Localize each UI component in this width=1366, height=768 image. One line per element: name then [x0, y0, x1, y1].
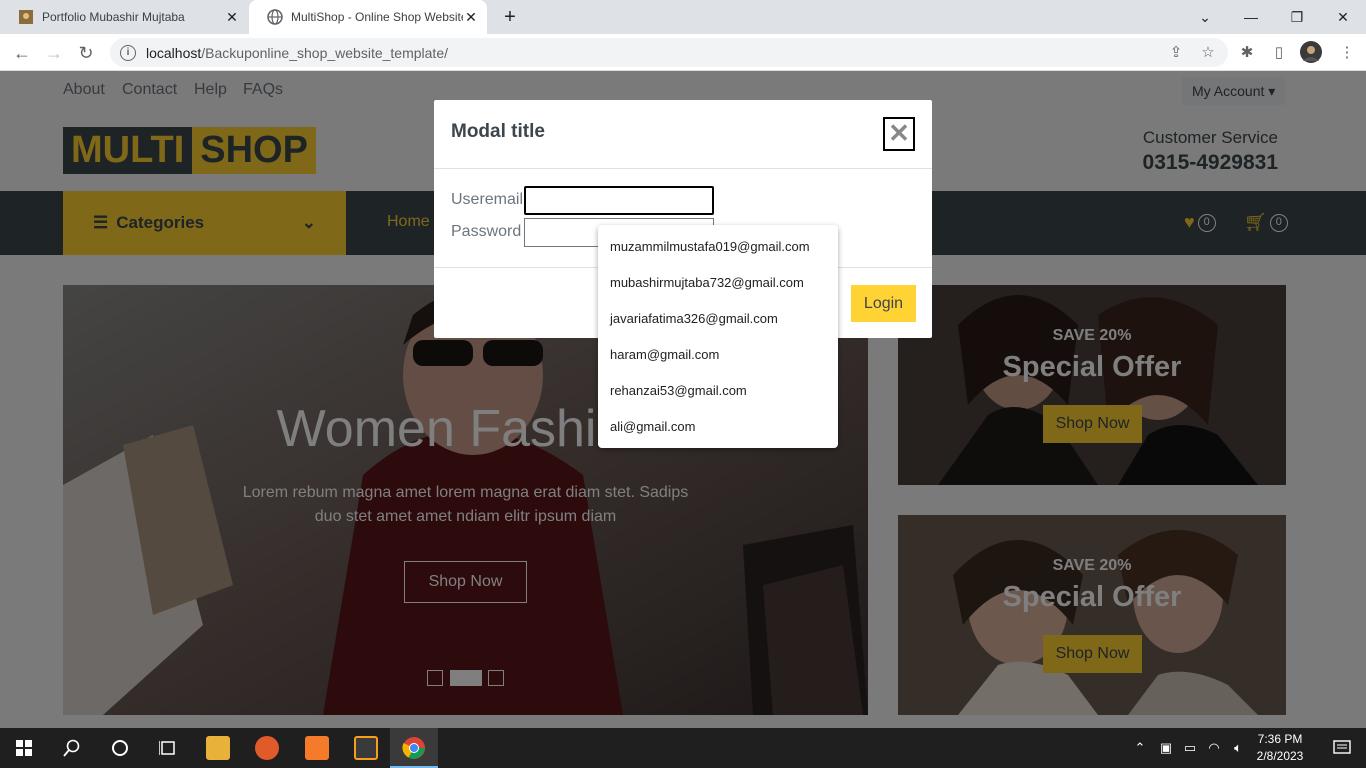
volume-icon[interactable]: 🔈︎ [1226, 728, 1250, 768]
security-icon[interactable]: ▣ [1154, 728, 1178, 768]
autocomplete-option[interactable]: mubashirmujtaba732@gmail.com [598, 265, 838, 301]
modal-header: Modal title ✕ [434, 100, 932, 169]
file-explorer-icon[interactable] [206, 736, 230, 760]
cortana-icon[interactable] [96, 728, 144, 768]
forward-arrow-icon[interactable]: → [40, 39, 68, 67]
address-bar[interactable]: i localhost/Backuponline_shop_website_te… [110, 38, 1228, 67]
back-arrow-icon[interactable]: ← [8, 39, 36, 67]
system-clock[interactable]: 7:36 PM 2/8/2023 [1252, 731, 1308, 765]
modal-title: Modal title [451, 121, 545, 142]
password-label: Password [451, 223, 522, 240]
windows-start-icon[interactable] [0, 728, 48, 768]
restore-button[interactable]: ❐ [1274, 0, 1320, 34]
autocomplete-option[interactable]: rehanzai53@gmail.com [598, 373, 838, 409]
tab-portfolio[interactable]: Portfolio Mubashir Mujtaba ✕ [0, 0, 248, 34]
side-panel-icon[interactable]: ▯ [1266, 39, 1292, 65]
wifi-icon[interactable]: ◠ [1202, 728, 1226, 768]
chrome-taskbar-button[interactable] [390, 728, 438, 768]
tab-title: Portfolio Mubashir Mujtaba [42, 10, 185, 24]
windows-taskbar: ⌃ ▣ ▭ ◠ 🔈︎ 7:36 PM 2/8/2023 [0, 728, 1366, 768]
battery-icon[interactable]: ▭ [1178, 728, 1202, 768]
login-button[interactable]: Login [851, 285, 916, 322]
globe-icon [267, 9, 283, 25]
tab-multishop[interactable]: MultiShop - Online Shop Website ✕ [249, 0, 487, 34]
profile-avatar[interactable] [1298, 39, 1324, 65]
show-hidden-icons-icon[interactable]: ⌃ [1128, 728, 1152, 768]
close-tab-icon[interactable]: ✕ [463, 9, 479, 25]
xampp-icon[interactable] [305, 736, 329, 760]
autocomplete-option[interactable]: haram@gmail.com [598, 337, 838, 373]
autocomplete-option[interactable]: ali@gmail.com [598, 409, 838, 445]
minimize-button[interactable]: — [1228, 0, 1274, 34]
email-field[interactable] [524, 186, 714, 215]
postman-icon[interactable] [255, 736, 279, 760]
sublime-text-icon[interactable] [354, 736, 378, 760]
reload-icon[interactable]: ↻ [72, 39, 100, 67]
browser-tab-strip: Portfolio Mubashir Mujtaba ✕ MultiShop -… [0, 0, 1366, 34]
close-icon[interactable]: ✕ [883, 117, 915, 151]
screen: Portfolio Mubashir Mujtaba ✕ MultiShop -… [0, 0, 1366, 768]
email-label: Useremail [451, 191, 524, 208]
web-page: About Contact Help FAQs My Account ▾ MUL… [0, 71, 1366, 728]
new-tab-button[interactable]: + [498, 5, 522, 29]
close-window-button[interactable]: ✕ [1320, 0, 1366, 34]
email-autocomplete-dropdown: muzammilmustafa019@gmail.com mubashirmuj… [598, 225, 838, 448]
url-text: localhost/Backuponline_shop_website_temp… [146, 44, 448, 61]
tab-title: MultiShop - Online Shop Website [291, 10, 463, 24]
extensions-puzzle-icon[interactable]: ✱ [1234, 39, 1260, 65]
autocomplete-option[interactable]: muzammilmustafa019@gmail.com [598, 229, 838, 265]
tab-search-icon[interactable]: ⌄ [1182, 0, 1228, 34]
search-icon[interactable] [48, 728, 96, 768]
portfolio-favicon-icon [18, 9, 34, 25]
menu-kebab-icon[interactable]: ⋮ [1334, 39, 1360, 65]
notifications-icon[interactable] [1318, 728, 1366, 768]
chrome-icon [402, 737, 425, 759]
autocomplete-option[interactable]: javariafatima326@gmail.com [598, 301, 838, 337]
close-tab-icon[interactable]: ✕ [224, 9, 240, 25]
task-view-icon[interactable] [144, 728, 192, 768]
site-info-icon[interactable]: i [120, 44, 136, 61]
bookmark-star-icon[interactable]: ☆ [1195, 39, 1221, 65]
browser-toolbar: ← → ↻ i localhost/Backuponline_shop_webs… [0, 34, 1366, 71]
share-icon[interactable]: ⇪ [1163, 39, 1189, 65]
